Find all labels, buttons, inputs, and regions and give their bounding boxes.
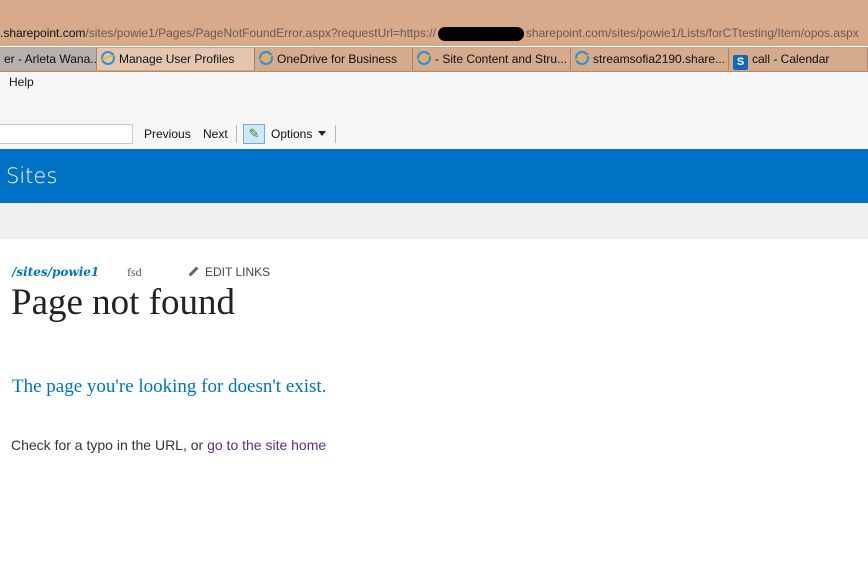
ie-icon bbox=[575, 51, 589, 65]
address-path: /sites/powie1/Pages/PageNotFoundError.as… bbox=[85, 26, 436, 40]
tab-site-content[interactable]: - Site Content and Stru... bbox=[413, 48, 571, 70]
message-text: Check for a typo in the URL, or bbox=[11, 437, 208, 453]
redacted-block bbox=[437, 26, 524, 41]
previous-button[interactable]: Previous bbox=[144, 127, 191, 141]
edit-links-button[interactable]: EDIT LINKS bbox=[188, 265, 270, 279]
tab-label: Manage User Profiles bbox=[119, 52, 235, 66]
nav-item-fsd[interactable]: fsd bbox=[127, 265, 142, 280]
tab-label: er - Arleta Wana... bbox=[4, 52, 97, 66]
ie-icon bbox=[417, 51, 431, 65]
site-home-link[interactable]: go to the site home bbox=[207, 437, 326, 453]
ie-icon bbox=[259, 51, 273, 65]
tab-label: call - Calendar bbox=[752, 52, 830, 66]
address-host: .sharepoint.com bbox=[0, 26, 86, 40]
options-label: Options bbox=[271, 127, 313, 141]
suite-bar: Sites bbox=[0, 149, 868, 203]
tab-strip: er - Arleta Wana... Manage User Profiles… bbox=[0, 47, 868, 72]
ribbon-bar bbox=[0, 203, 868, 239]
tab-label: streamsofia2190.share... bbox=[593, 52, 726, 66]
address-bar[interactable]: .sharepoint.com/sites/powie1/Pages/PageN… bbox=[0, 0, 868, 46]
breadcrumb[interactable]: /sites/powie1 bbox=[12, 265, 99, 279]
tab-manage-user-profiles[interactable]: Manage User Profiles bbox=[97, 48, 255, 70]
tab-onedrive[interactable]: OneDrive for Business bbox=[255, 48, 413, 70]
options-button[interactable]: Options bbox=[271, 127, 327, 141]
sharepoint-icon: S bbox=[733, 55, 748, 70]
tab-streamsofia[interactable]: streamsofia2190.share... bbox=[571, 48, 729, 70]
chevron-down-icon bbox=[318, 131, 327, 136]
tab-calendar[interactable]: Scall - Calendar bbox=[729, 48, 868, 70]
separator bbox=[335, 125, 336, 143]
menu-bar: Help bbox=[0, 72, 868, 94]
tab-arleta[interactable]: er - Arleta Wana... bbox=[0, 48, 97, 70]
next-button[interactable]: Next bbox=[203, 127, 228, 141]
tab-label: - Site Content and Stru... bbox=[435, 52, 568, 66]
find-input[interactable] bbox=[0, 124, 133, 144]
pencil-icon bbox=[188, 266, 199, 277]
error-message: Check for a typo in the URL, or go to th… bbox=[11, 437, 326, 453]
ie-icon bbox=[101, 51, 115, 65]
address-text[interactable]: .sharepoint.com/sites/powie1/Pages/PageN… bbox=[0, 24, 868, 42]
find-bar: Previous Next ✎ Options bbox=[0, 94, 868, 149]
page-title: Page not found bbox=[11, 282, 236, 323]
menu-help[interactable]: Help bbox=[9, 75, 34, 89]
highlight-icon[interactable]: ✎ bbox=[243, 124, 265, 144]
tab-label: OneDrive for Business bbox=[277, 52, 398, 66]
page-subtitle: The page you're looking for doesn't exis… bbox=[12, 376, 327, 397]
suite-bar-title[interactable]: Sites bbox=[6, 164, 57, 188]
address-path-tail: sharepoint.com/sites/powie1/Lists/forCTt… bbox=[525, 26, 859, 40]
separator bbox=[236, 125, 237, 143]
edit-links-label: EDIT LINKS bbox=[205, 265, 271, 279]
